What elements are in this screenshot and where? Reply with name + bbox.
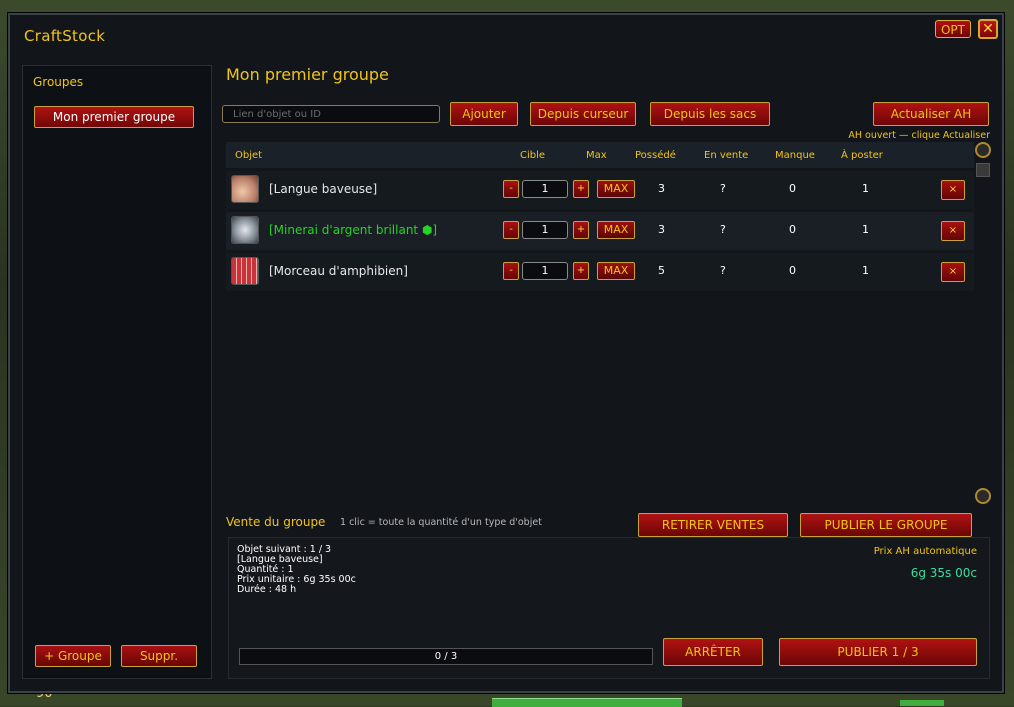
- sales-panel: Objet suivant : 1 / 3 [Langue baveuse] Q…: [228, 537, 990, 679]
- delete-group-button[interactable]: Suppr.: [121, 645, 197, 667]
- from-cursor-button[interactable]: Depuis curseur: [530, 102, 636, 126]
- publish-next-button[interactable]: PUBLIER 1 / 3: [779, 638, 977, 666]
- missing-count: 0: [789, 264, 796, 277]
- item-name[interactable]: [Langue baveuse]: [269, 182, 377, 196]
- items-table: Objet Cible Max Possédé En vente Manque …: [226, 142, 974, 292]
- group-title: Mon premier groupe: [226, 65, 389, 84]
- max-button[interactable]: MAX: [597, 262, 635, 280]
- target-quantity-input[interactable]: 1: [522, 262, 568, 280]
- missing-count: 0: [789, 223, 796, 236]
- column-header-manque: Manque: [775, 150, 815, 161]
- table-row: [Minerai d'argent brillant ⬢] - 1 + MAX …: [226, 212, 974, 250]
- to-post-count: 1: [862, 182, 869, 195]
- owned-count: 3: [658, 182, 665, 195]
- options-button[interactable]: OPT: [935, 20, 971, 38]
- add-group-button[interactable]: + Groupe: [35, 645, 111, 667]
- item-name[interactable]: [Minerai d'argent brillant ⬢]: [269, 223, 437, 237]
- max-button[interactable]: MAX: [597, 180, 635, 198]
- column-header-objet: Objet: [235, 150, 263, 161]
- withdraw-sales-button[interactable]: RETIRER VENTES: [638, 513, 788, 537]
- increase-target-button[interactable]: +: [573, 262, 589, 280]
- item-link-input[interactable]: [222, 105, 440, 123]
- missing-count: 0: [789, 182, 796, 195]
- group-item-mon-premier-groupe[interactable]: Mon premier groupe: [34, 106, 194, 128]
- owned-count: 5: [658, 264, 665, 277]
- from-bags-button[interactable]: Depuis les sacs: [650, 102, 770, 126]
- refresh-ah-button[interactable]: Actualiser AH: [873, 102, 989, 126]
- remove-item-button[interactable]: ×: [941, 180, 965, 200]
- auto-price-label: Prix AH automatique: [873, 546, 977, 557]
- to-post-count: 1: [862, 264, 869, 277]
- duration-text: Durée : 48 h: [237, 584, 297, 595]
- on-sale-count: ?: [720, 223, 726, 236]
- auto-price-value: 6g 35s 00c: [910, 566, 977, 580]
- increase-target-button[interactable]: +: [573, 221, 589, 239]
- meat-icon[interactable]: [231, 257, 259, 285]
- ore-icon[interactable]: [231, 216, 259, 244]
- increase-target-button[interactable]: +: [573, 180, 589, 198]
- target-quantity-input[interactable]: 1: [522, 180, 568, 198]
- remove-item-button[interactable]: ×: [941, 262, 965, 282]
- column-header-max: Max: [586, 150, 607, 161]
- scroll-down-button[interactable]: [975, 488, 991, 504]
- ah-status-text: AH ouvert — clique Actualiser: [848, 130, 990, 141]
- decrease-target-button[interactable]: -: [503, 180, 519, 198]
- close-icon: ✕: [982, 21, 994, 37]
- decrease-target-button[interactable]: -: [503, 262, 519, 280]
- post-progress-bar: 0 / 3: [239, 648, 653, 665]
- owned-count: 3: [658, 223, 665, 236]
- to-post-count: 1: [862, 223, 869, 236]
- on-sale-count: ?: [720, 264, 726, 277]
- close-button[interactable]: ✕: [978, 19, 998, 39]
- max-button[interactable]: MAX: [597, 221, 635, 239]
- remove-item-button[interactable]: ×: [941, 221, 965, 241]
- item-name[interactable]: [Morceau d'amphibien]: [269, 264, 408, 278]
- column-header-possede: Possédé: [635, 150, 676, 161]
- scroll-up-button[interactable]: [975, 142, 991, 158]
- sales-hint: 1 clic = toute la quantité d'un type d'o…: [340, 517, 542, 528]
- decrease-target-button[interactable]: -: [503, 221, 519, 239]
- column-header-en-vente: En vente: [704, 150, 749, 161]
- tongue-icon[interactable]: [231, 175, 259, 203]
- table-row: [Morceau d'amphibien] - 1 + MAX 5 ? 0 1 …: [226, 253, 974, 291]
- target-quantity-input[interactable]: 1: [522, 221, 568, 239]
- progress-text: 0 / 3: [434, 651, 458, 662]
- on-sale-count: ?: [720, 182, 726, 195]
- stop-button[interactable]: ARRÊTER: [663, 638, 763, 666]
- table-header: Objet Cible Max Possédé En vente Manque …: [226, 142, 974, 168]
- scrollbar-thumb[interactable]: [976, 163, 990, 177]
- craftstock-window: CraftStock OPT ✕ Groupes Mon premier gro…: [8, 13, 1004, 693]
- groups-sidebar: Groupes Mon premier groupe + Groupe Supp…: [22, 65, 212, 679]
- sales-title: Vente du groupe: [226, 515, 326, 529]
- add-item-button[interactable]: Ajouter: [450, 102, 518, 126]
- column-header-cible: Cible: [520, 150, 546, 161]
- unit-bar: [900, 700, 944, 706]
- publish-group-button[interactable]: PUBLIER LE GROUPE: [800, 513, 972, 537]
- table-row: [Langue baveuse] - 1 + MAX 3 ? 0 1 ×: [226, 171, 974, 209]
- groups-heading: Groupes: [33, 75, 84, 89]
- column-header-a-poster: À poster: [841, 150, 883, 161]
- window-title: CraftStock: [24, 27, 106, 45]
